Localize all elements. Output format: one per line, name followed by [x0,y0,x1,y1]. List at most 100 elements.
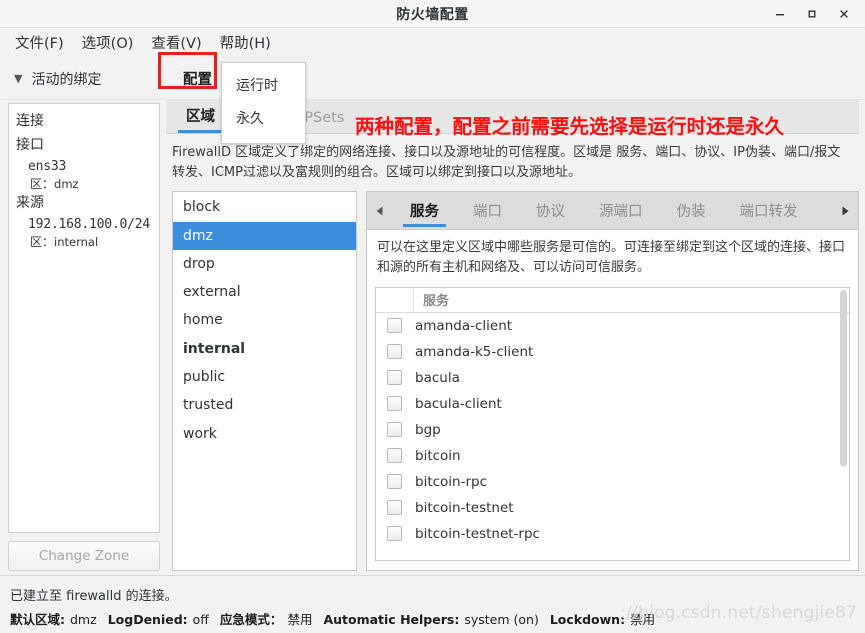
right-pane: 区域 服务 IPSets FirewallD 区域定义了绑定的网络连接、接口以及… [166,100,865,575]
status-key-lockdown: Lockdown: [549,611,626,627]
table-row[interactable]: bacula-client [376,391,849,417]
status-key-panic-mode: 应急模式： [219,611,283,627]
table-row[interactable]: bitcoin-testnet [376,495,849,521]
menu-item-help[interactable]: 帮助(H) [213,29,278,56]
service-name: bgp [415,421,441,438]
zone-item-trusted[interactable]: trusted [173,391,356,419]
status-value-panic-mode: 禁用 [287,611,313,627]
status-key-default-zone: 默认区域: [10,611,65,627]
status-bar: 已建立至 firewalld 的连接。 默认区域: dmz LogDenied:… [0,575,865,633]
close-icon[interactable] [829,1,859,27]
zone-list[interactable]: block dmz drop external home internal pu… [172,191,357,571]
change-zone-button[interactable]: Change Zone [8,541,160,571]
subtab-port-forwarding[interactable]: 端口转发 [723,192,815,229]
subtab-protocols[interactable]: 协议 [519,192,582,229]
zone-settings-panel: 服务 端口 协议 源端口 伪装 端口转发 可以在这里定义区域中哪些服务是可信的。… [366,191,859,571]
zone-item-dmz[interactable]: dmz [173,221,356,250]
services-table: 服务 amanda-client amanda-k5-client bacula… [375,286,850,561]
interface-zone: 区：dmz [30,175,152,192]
zone-item-internal[interactable]: internal [173,335,356,363]
triangle-right-icon[interactable] [832,192,858,229]
config-dropdown-menu[interactable]: 运行时 永久 [221,62,306,144]
services-scrollbar[interactable] [840,289,847,558]
table-row[interactable]: bacula [376,365,849,391]
left-pane: 连接 接口 ens33 区：dmz 来源 192.168.100.0/24 区：… [0,100,166,575]
services-scrollbar-thumb[interactable] [840,289,847,467]
menu-item-options[interactable]: 选项(O) [75,29,141,56]
services-name-column-header: 服务 [423,294,450,310]
minimize-icon[interactable] [765,1,795,27]
maximize-icon[interactable] [797,1,827,27]
service-name: amanda-k5-client [415,343,534,360]
services-description: 可以在这里定义区域中哪些服务是可信的。可连接至绑定到这个区域的连接、接口和源的所… [367,230,858,285]
source-entry[interactable]: 192.168.100.0/24 区：internal [28,217,152,250]
active-bindings-box: 连接 接口 ens33 区：dmz 来源 192.168.100.0/24 区：… [8,103,160,533]
service-name: bitcoin-testnet-rpc [415,525,540,542]
sub-tab-bar: 服务 端口 协议 源端口 伪装 端口转发 [367,192,858,231]
source-zone: 区：internal [30,233,152,250]
status-key-automatic-helpers: Automatic Helpers: [323,611,460,627]
service-name: amanda-client [415,317,513,334]
annotation-text: 两种配置，配置之前需要先选择是运行时还是永久 [355,115,785,138]
zone-panels: block dmz drop external home internal pu… [166,191,859,571]
table-row[interactable]: bitcoin [376,443,849,469]
subtab-services[interactable]: 服务 [393,192,456,229]
table-row[interactable]: amanda-k5-client [376,339,849,365]
status-key-logdenied: LogDenied: [107,611,188,627]
source-name: 192.168.100.0/24 [28,217,151,232]
service-name: bitcoin-rpc [415,473,488,490]
zone-item-external[interactable]: external [173,278,356,306]
zone-item-work[interactable]: work [173,420,356,448]
menu-item-view[interactable]: 查看(V) [144,29,208,56]
connection-status: 已建立至 firewalld 的连接。 [10,588,178,604]
active-bindings-expander[interactable]: ▼ 活动的绑定 [0,69,170,89]
service-checkbox[interactable] [387,370,402,386]
interface-entry[interactable]: ens33 区：dmz [28,159,152,192]
source-zone-prefix: 区： [30,235,55,249]
service-checkbox[interactable] [387,422,402,438]
firewall-config-window: 防火墙配置 文件(F) 选项(O) 查看(V) 帮助(H) ▼ 活动的绑定 配置… [0,0,865,633]
toolbar-row: ▼ 活动的绑定 配置： 两种配置，配置之前需要先选择是运行时还是永久 [0,58,865,138]
services-checkbox-column-header [376,287,414,312]
table-row[interactable]: bitcoin-testnet-rpc [376,521,849,547]
source-zone-value: internal [54,235,99,249]
menu-item-file[interactable]: 文件(F) [8,29,71,56]
table-row[interactable]: bgp [376,417,849,443]
subtab-masquerade[interactable]: 伪装 [660,192,723,229]
service-checkbox[interactable] [387,396,402,412]
table-row[interactable]: amanda-client [376,313,849,339]
service-checkbox[interactable] [387,500,402,516]
service-name: bitcoin [415,447,461,464]
service-name: bacula-client [415,395,502,412]
status-value-lockdown: 禁用 [630,611,656,627]
window-body: 连接 接口 ens33 区：dmz 来源 192.168.100.0/24 区：… [0,100,865,575]
window-title: 防火墙配置 [396,6,469,23]
zone-item-home[interactable]: home [173,306,356,334]
chevron-down-icon: ▼ [14,72,23,85]
dropdown-item-permanent[interactable]: 永久 [222,102,305,135]
table-row[interactable]: bitcoin-rpc [376,469,849,495]
services-table-header: 服务 [376,287,849,313]
service-checkbox[interactable] [387,474,402,490]
status-value-automatic-helpers: system (on) [464,611,539,627]
window-controls [765,0,859,27]
zone-item-block[interactable]: block [173,193,356,221]
status-value-default-zone: dmz [70,611,97,627]
service-checkbox[interactable] [387,448,402,464]
zone-item-drop[interactable]: drop [173,250,356,278]
service-checkbox[interactable] [387,344,402,360]
connections-label: 连接 [16,113,44,129]
services-row-list: amanda-client amanda-k5-client bacula ba… [376,313,849,560]
active-bindings-label: 活动的绑定 [31,71,102,88]
zone-item-public[interactable]: public [173,363,356,391]
title-bar: 防火墙配置 [0,0,865,28]
status-value-logdenied: off [192,611,209,627]
interface-zone-prefix: 区： [30,177,55,191]
triangle-left-icon[interactable] [367,192,393,229]
dropdown-item-runtime[interactable]: 运行时 [222,69,305,102]
subtab-source-ports[interactable]: 源端口 [582,192,660,229]
service-name: bitcoin-testnet [415,499,514,516]
service-checkbox[interactable] [387,526,402,542]
service-checkbox[interactable] [387,318,402,334]
subtab-ports[interactable]: 端口 [456,192,519,229]
